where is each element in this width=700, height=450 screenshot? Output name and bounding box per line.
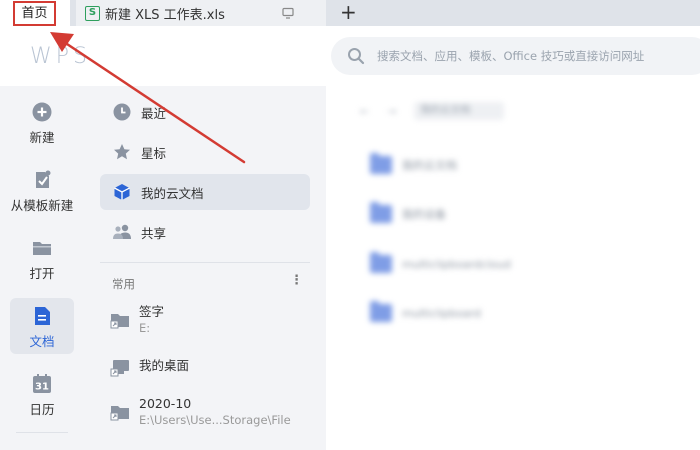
document-icon [31, 305, 53, 327]
search-input[interactable] [377, 49, 700, 63]
common-item-path: E:\Users\Use...Storage\File [139, 413, 291, 427]
nav-label: 我的云文档 [141, 185, 204, 201]
blurred-file-list: ← → 我的云文档 我的云文档 我的设备 multiclipboardcloud… [326, 86, 700, 450]
header: WPS [0, 26, 700, 86]
main-content: ← → 我的云文档 我的云文档 我的设备 multiclipboardcloud… [326, 86, 700, 450]
file-name: multiclipboard [402, 306, 482, 320]
rail-item-documents[interactable]: 文档 [10, 298, 74, 354]
nav-label: 最近 [141, 105, 167, 121]
file-row[interactable]: 我的设备 [370, 202, 446, 223]
new-tab-plus-icon[interactable]: + [340, 1, 357, 23]
left-rail: 新建 从模板新建 打开 文档 31 日历 [0, 86, 84, 450]
folder-icon [31, 237, 53, 259]
folder-icon [370, 252, 392, 273]
nav-item-starred[interactable]: 星标 [100, 134, 310, 170]
common-item-desktop[interactable]: 我的桌面 [110, 358, 320, 379]
rail-label: 新建 [29, 130, 55, 145]
tab-file-label: 新建 XLS 工作表.xls [105, 7, 225, 23]
section-title-common: 常用 [112, 277, 135, 291]
folder-icon [370, 301, 392, 322]
file-row[interactable]: multiclipboardcloud [370, 252, 511, 273]
file-row[interactable]: 我的云文档 [370, 153, 457, 174]
file-row[interactable]: multiclipboard [370, 301, 482, 322]
monitor-icon[interactable] [282, 7, 294, 19]
breadcrumb-path: 我的云文档 [414, 102, 505, 120]
common-item-signature[interactable]: 签字 E: [110, 304, 320, 336]
rail-item-open[interactable]: 打开 [10, 230, 74, 286]
breadcrumb: ← → 我的云文档 [360, 102, 505, 120]
star-icon [112, 142, 132, 162]
rail-divider [16, 432, 68, 433]
rail-item-new[interactable]: 新建 [10, 94, 74, 150]
back-arrow-icon[interactable]: ← [360, 105, 369, 118]
more-options-icon[interactable]: ⋮ [290, 274, 303, 288]
file-name: 我的云文档 [402, 159, 457, 172]
rail-label: 打开 [29, 266, 55, 281]
forward-arrow-icon[interactable]: → [387, 105, 396, 118]
tab-home-label[interactable]: 首页 [13, 1, 56, 26]
nav-divider [100, 262, 310, 263]
nav-item-recent[interactable]: 最近 [100, 94, 310, 130]
tab-bar: 首页 S 新建 XLS 工作表.xls + [0, 0, 700, 26]
nav-item-my-cloud-docs[interactable]: 我的云文档 [100, 174, 310, 210]
xls-file-icon: S [85, 5, 100, 21]
nav-label: 共享 [141, 225, 167, 241]
template-icon [31, 169, 53, 191]
wps-logo: WPS [30, 44, 91, 69]
folder-shortcut-icon [110, 403, 130, 423]
common-item-2020-10[interactable]: 2020-10 E:\Users\Use...Storage\File [110, 396, 320, 428]
folder-shortcut-icon [110, 311, 130, 331]
folder-icon [370, 202, 392, 223]
desktop-shortcut-icon [110, 359, 130, 379]
cloud-cube-icon [112, 182, 132, 202]
common-item-name: 2020-10 [139, 396, 192, 411]
rail-label: 从模板新建 [10, 198, 74, 213]
common-item-name: 我的桌面 [139, 358, 190, 373]
common-item-name: 签字 [139, 304, 165, 319]
common-item-path: E: [139, 321, 151, 335]
nav-item-shared[interactable]: 共享 [100, 214, 310, 250]
calendar-icon: 31 [31, 373, 53, 395]
plus-circle-icon [31, 101, 53, 123]
search-bar[interactable] [331, 37, 700, 75]
rail-item-calendar[interactable]: 31 日历 [10, 366, 74, 422]
rail-label: 文档 [29, 334, 55, 349]
rail-item-template[interactable]: 从模板新建 [10, 162, 74, 218]
people-icon [112, 222, 132, 242]
file-name: multiclipboardcloud [402, 257, 511, 271]
search-icon [348, 48, 365, 65]
clock-icon [112, 102, 132, 122]
tab-home[interactable]: 首页 [0, 0, 70, 26]
nav-panel: 最近 星标 我的云文档 共享 常用 ⋮ 签字 E: 我的桌面 2020-10 E… [84, 86, 326, 450]
folder-icon [370, 153, 392, 174]
file-name: 我的设备 [402, 208, 446, 221]
tab-xls-file[interactable]: S 新建 XLS 工作表.xls [76, 0, 326, 26]
nav-label: 星标 [141, 145, 167, 161]
rail-label: 日历 [29, 402, 55, 417]
svg-text:31: 31 [35, 382, 49, 393]
